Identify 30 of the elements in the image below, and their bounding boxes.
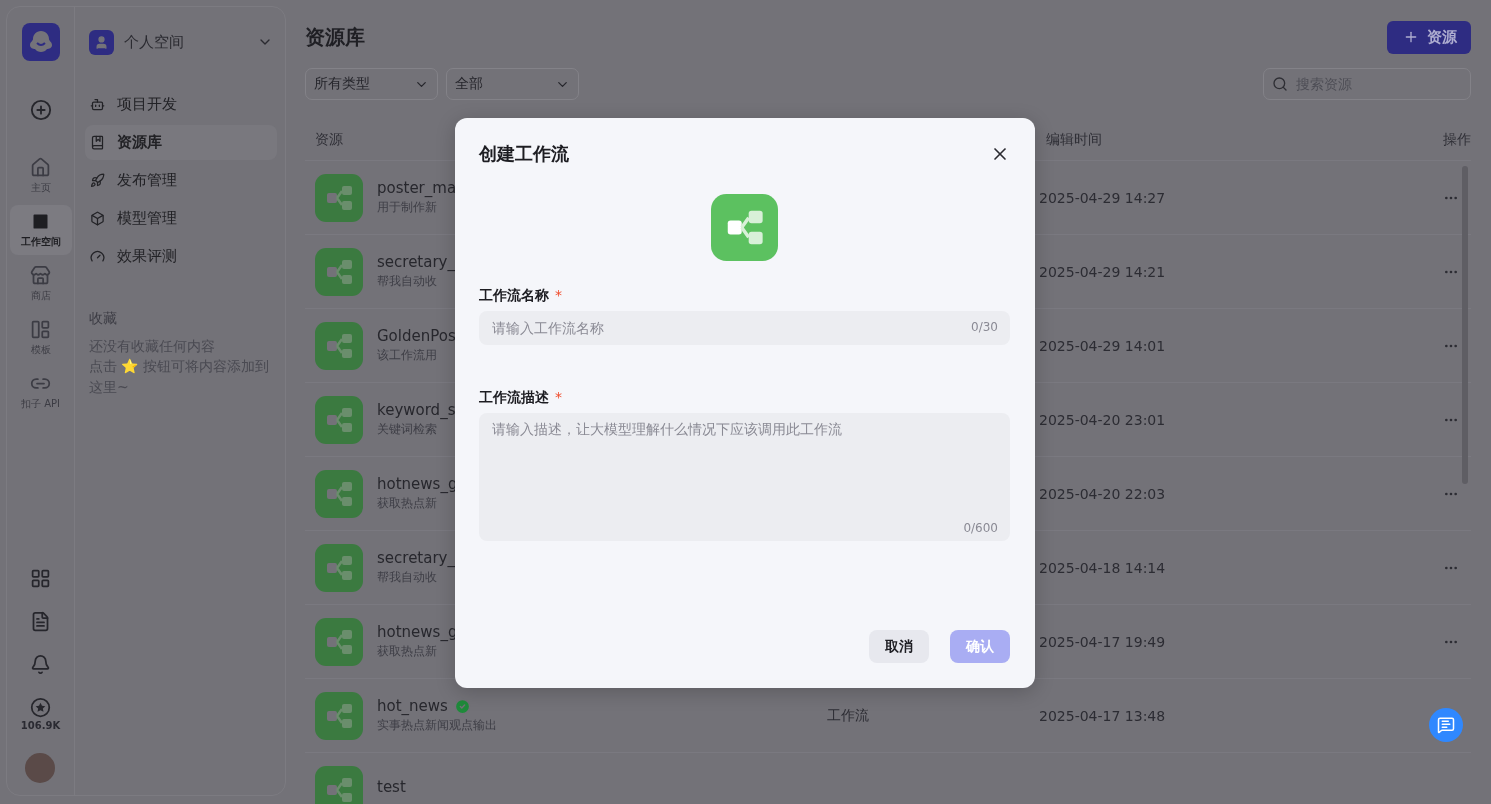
field-label: 工作流名称 — [479, 287, 549, 305]
resource-name: hot_news — [377, 697, 448, 715]
required-mark: * — [555, 287, 562, 305]
column-header: 资源 — [315, 131, 343, 149]
field-label: 工作流描述 — [479, 389, 549, 407]
resource-name: secretary_ — [377, 253, 455, 271]
dialog-title: 创建工作流 — [479, 142, 569, 166]
char-counter: 0/30 — [971, 320, 998, 334]
resource-name: secretary_ — [377, 549, 455, 567]
column-header: 操作 — [1443, 131, 1471, 149]
page-title: 资源库 — [305, 23, 365, 51]
resource-name: poster_ma — [377, 179, 457, 197]
points-count: 106.9K — [20, 720, 61, 731]
required-mark: * — [555, 389, 562, 407]
time-cell-text: 2025-04-29 14:01 — [1039, 337, 1167, 354]
time-cell-text: 2025-04-29 14:27 — [1039, 189, 1167, 206]
resource-name: GoldenPos — [377, 327, 456, 345]
time-cell-text: 2025-04-20 23:01 — [1039, 411, 1167, 428]
type-cell-text: 工作流 — [827, 706, 870, 725]
column-header: 编辑时间 — [1045, 131, 1102, 149]
time-cell-text: 2025-04-29 14:21 — [1039, 263, 1167, 280]
resource-name: hotnews_g — [377, 475, 458, 493]
time-cell-text: 2025-04-18 14:14 — [1039, 559, 1167, 576]
time-cell-text: 2025-04-17 13:48 — [1039, 707, 1167, 724]
time-cell-text: 2025-04-17 19:49 — [1039, 633, 1167, 650]
resource-name: test — [377, 777, 406, 796]
char-counter: 0/600 — [963, 521, 998, 535]
resource-name: keyword_s — [377, 401, 456, 419]
time-cell-text: 2025-04-20 22:03 — [1039, 485, 1167, 502]
resource-name: hotnews_g — [377, 623, 458, 641]
